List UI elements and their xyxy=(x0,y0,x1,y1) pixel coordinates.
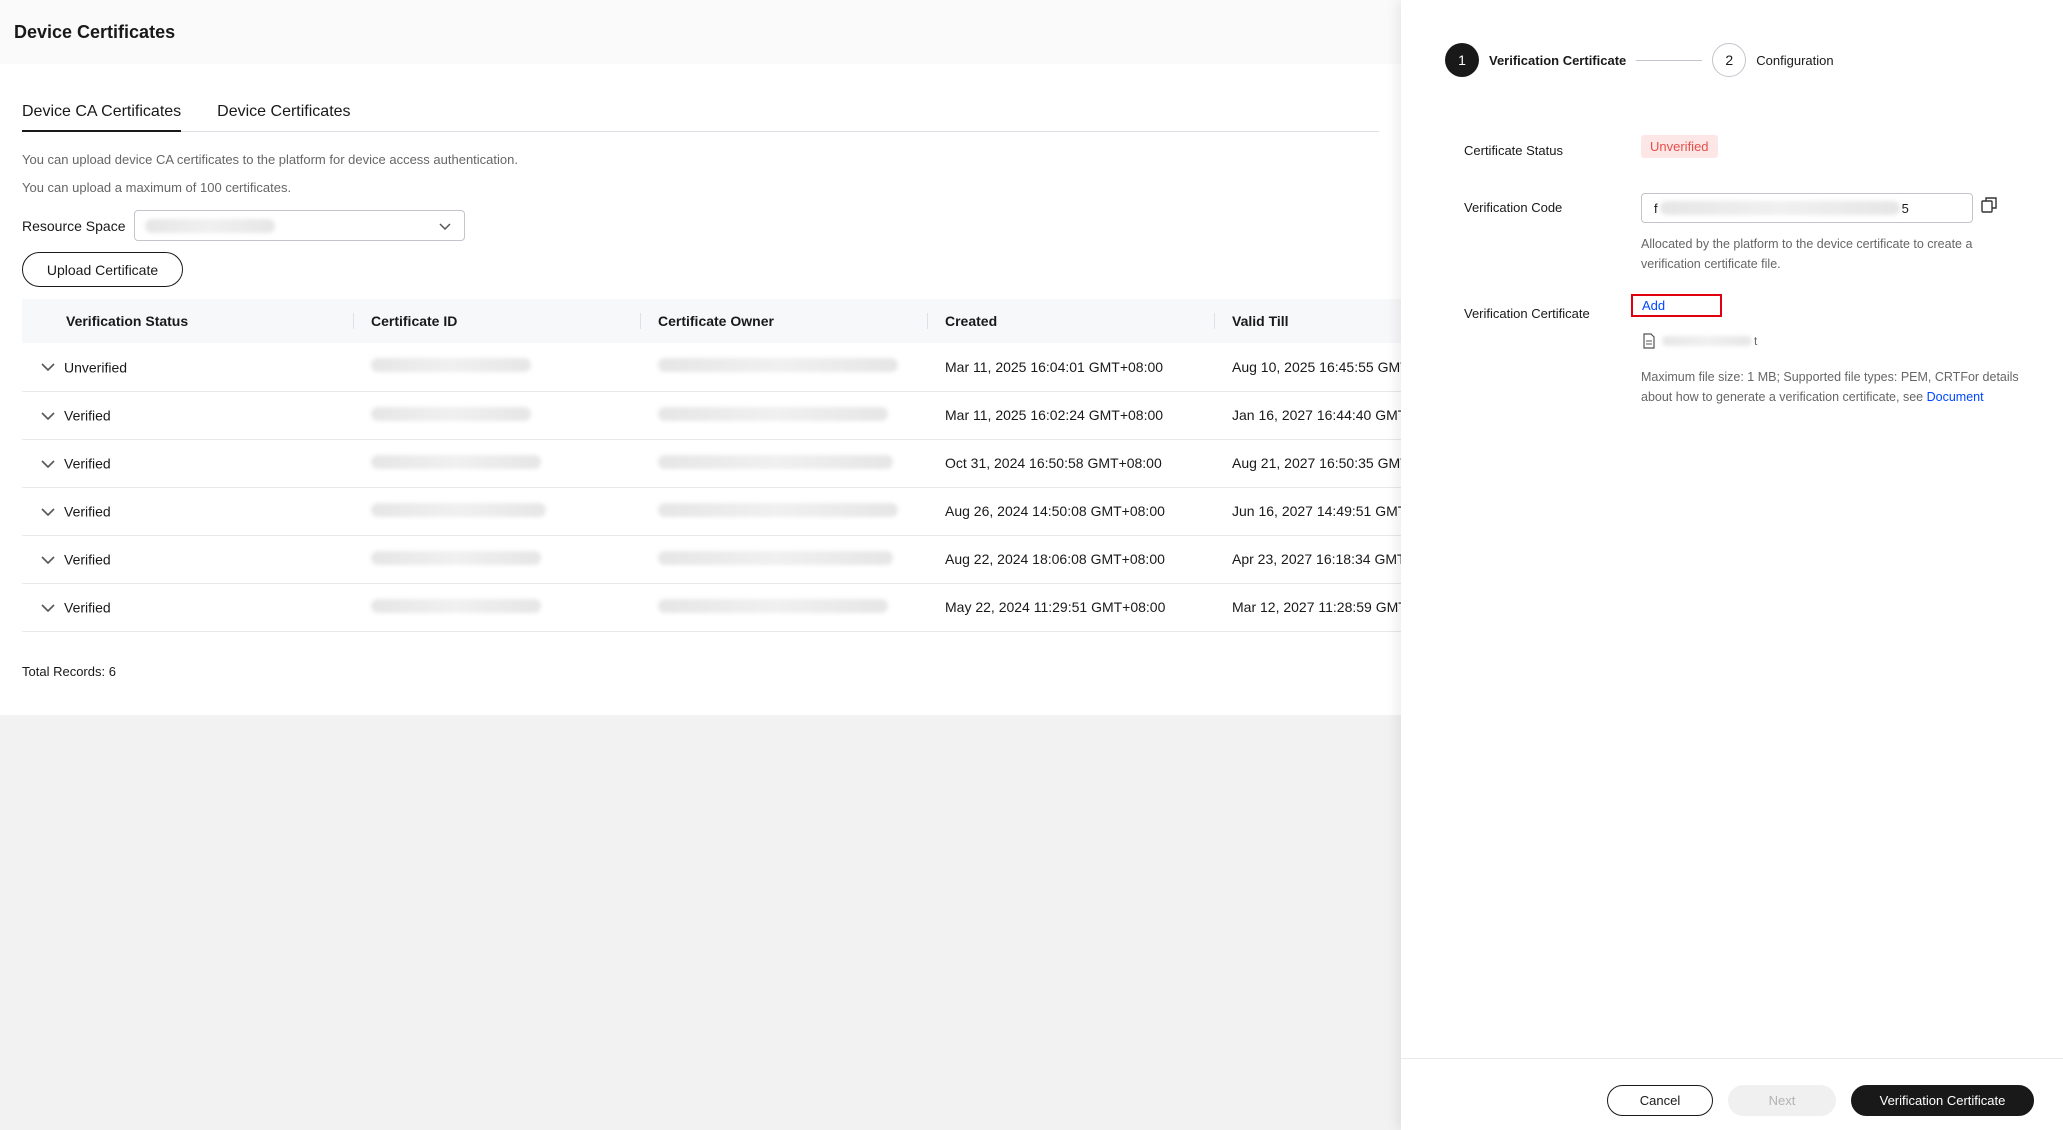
add-certificate-link[interactable]: Add xyxy=(1631,294,1722,317)
drawer-mask[interactable] xyxy=(0,0,1401,1130)
next-button[interactable]: Next xyxy=(1728,1085,1836,1116)
cancel-button[interactable]: Cancel xyxy=(1607,1085,1713,1116)
certificate-status-label: Certificate Status xyxy=(1464,143,1563,158)
document-link[interactable]: Document xyxy=(1927,390,1984,404)
verification-drawer: 1 Verification Certificate 2 Configurati… xyxy=(1401,0,2063,1130)
stepper: 1 Verification Certificate 2 Configurati… xyxy=(1445,43,1834,77)
step-connector xyxy=(1636,59,1703,61)
verification-code-prefix: f xyxy=(1654,200,1658,216)
step-1-indicator: 1 xyxy=(1445,43,1479,77)
upload-help: Maximum file size: 1 MB; Supported file … xyxy=(1641,367,2021,407)
verification-certificate-label: Verification Certificate xyxy=(1464,306,1590,321)
verification-code-redacted xyxy=(1659,201,1900,215)
verification-code-suffix: 5 xyxy=(1901,200,1909,216)
step-2-indicator: 2 xyxy=(1712,43,1747,77)
verification-certificate-button[interactable]: Verification Certificate xyxy=(1851,1085,2034,1116)
verification-code-help: Allocated by the platform to the device … xyxy=(1641,237,1973,271)
copy-icon[interactable] xyxy=(1980,196,1998,214)
step-2-label: Configuration xyxy=(1756,52,1834,68)
verification-code-label: Verification Code xyxy=(1464,200,1563,215)
verification-code-field[interactable]: f 5 xyxy=(1641,193,1973,223)
file-name-suffix: t xyxy=(1754,334,1758,348)
step-1-label: Verification Certificate xyxy=(1489,52,1627,68)
uploaded-file: t xyxy=(1642,333,1757,349)
status-badge: Unverified xyxy=(1641,135,1718,158)
file-icon xyxy=(1643,333,1655,349)
file-name-redacted xyxy=(1662,336,1752,346)
